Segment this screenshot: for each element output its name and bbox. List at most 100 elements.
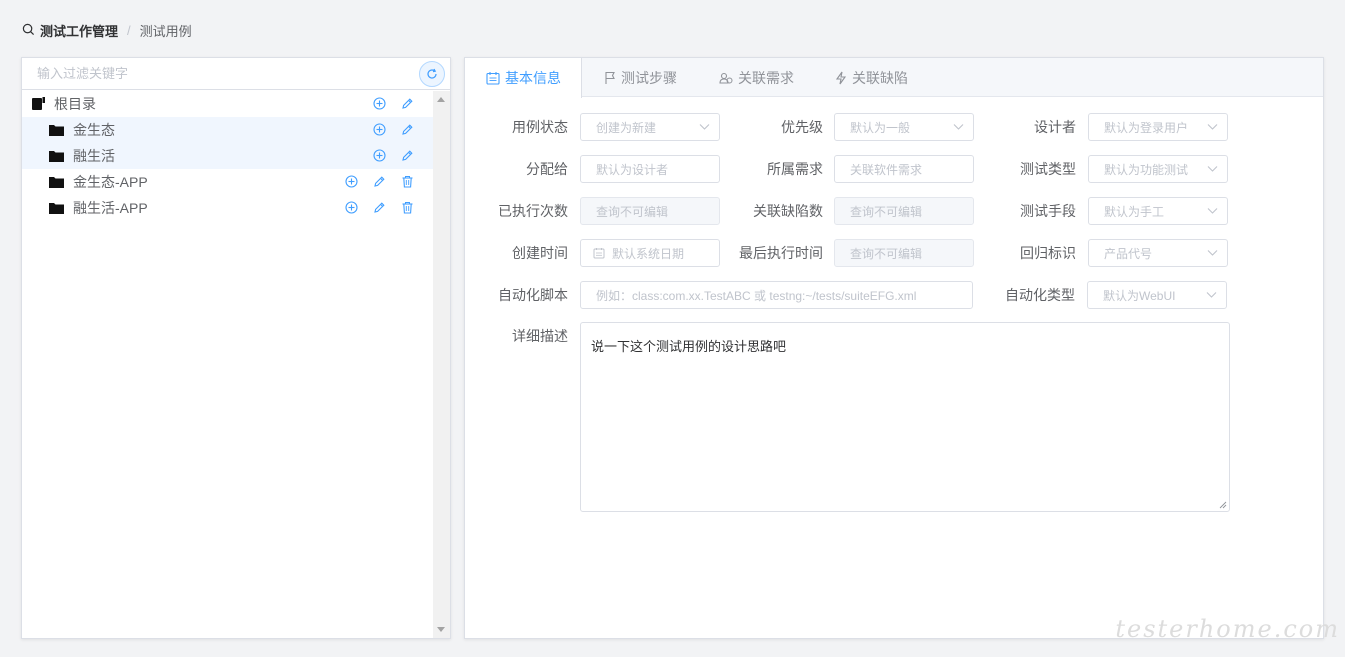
exec-count-label: 已执行次数 — [498, 203, 568, 219]
search-icon — [22, 23, 36, 37]
edit-icon[interactable] — [373, 201, 387, 215]
add-icon[interactable] — [373, 149, 387, 163]
tree-scrollbar[interactable] — [433, 91, 450, 638]
chevron-down-icon — [1207, 208, 1218, 214]
auto-type-placeholder: 默认为WebUI — [1103, 288, 1176, 303]
chevron-down-icon — [1207, 166, 1218, 172]
calendar-icon — [486, 72, 500, 85]
refresh-icon — [427, 68, 437, 79]
test-method-select[interactable]: 默认为手工 — [1088, 197, 1228, 225]
tab-label: 测试步骤 — [621, 70, 677, 86]
tree-node-folder[interactable]: 金生态 — [22, 117, 433, 143]
created-time-picker[interactable]: 默认系统日期 — [580, 239, 720, 267]
exec-count-field: 查询不可编辑 — [580, 197, 720, 225]
tree-node-label: 融生活-APP — [73, 200, 148, 216]
breadcrumb-separator: / — [127, 22, 131, 38]
defect-count-field: 查询不可编辑 — [834, 197, 974, 225]
exec-count-placeholder: 查询不可编辑 — [596, 204, 669, 219]
test-method-label: 测试手段 — [1020, 203, 1076, 219]
last-exec-time-placeholder: 查询不可编辑 — [850, 246, 923, 261]
tab-related-defects[interactable]: 关联缺陷 — [835, 58, 908, 98]
priority-select[interactable]: 默认为一般 — [834, 113, 974, 141]
tab-bar: 基本信息 测试步骤 关联需求 关联缺陷 — [465, 58, 1323, 98]
defect-count-placeholder: 查询不可编辑 — [850, 204, 923, 219]
tree-node-label: 根目录 — [54, 96, 96, 112]
lightning-icon — [835, 71, 847, 85]
auto-script-label: 自动化脚本 — [498, 287, 568, 303]
filter-row — [22, 58, 450, 90]
filter-input[interactable] — [22, 58, 450, 89]
scroll-up-icon[interactable] — [437, 97, 445, 102]
tree-node-label: 金生态-APP — [73, 174, 148, 190]
regression-label: 回归标识 — [1020, 245, 1076, 261]
tab-label: 关联缺陷 — [852, 70, 908, 86]
folder-tree: 根目录 金生态 融生活 金生态-APP 融生活-APP — [22, 91, 433, 638]
edit-icon[interactable] — [401, 97, 415, 111]
assignee-input[interactable]: 默认为设计者 — [580, 155, 720, 183]
folder-icon — [49, 176, 64, 188]
chevron-down-icon — [953, 124, 964, 130]
edit-icon[interactable] — [373, 175, 387, 189]
requirement-label: 所属需求 — [767, 161, 823, 177]
tree-node-root[interactable]: 根目录 — [22, 91, 433, 117]
last-exec-time-label: 最后执行时间 — [739, 245, 823, 261]
priority-label: 优先级 — [781, 119, 823, 135]
folder-icon — [49, 124, 64, 136]
refresh-button[interactable] — [419, 61, 445, 87]
test-type-select[interactable]: 默认为功能测试 — [1088, 155, 1228, 183]
priority-placeholder: 默认为一般 — [850, 120, 911, 135]
regression-placeholder: 产品代号 — [1104, 246, 1153, 261]
requirement-placeholder: 关联软件需求 — [850, 162, 923, 177]
case-status-select[interactable]: 创建为新建 — [580, 113, 720, 141]
description-textarea[interactable]: 说一下这个测试用例的设计思路吧 — [580, 322, 1230, 512]
chevron-down-icon — [699, 124, 710, 130]
designer-select[interactable]: 默认为登录用户 — [1088, 113, 1228, 141]
tree-node-folder[interactable]: 融生活 — [22, 143, 433, 169]
case-status-placeholder: 创建为新建 — [596, 120, 657, 135]
resize-grip-icon[interactable] — [1219, 501, 1227, 509]
description-text: 说一下这个测试用例的设计思路吧 — [591, 339, 787, 354]
edit-icon[interactable] — [401, 149, 415, 163]
chevron-down-icon — [1207, 124, 1218, 130]
tree-panel: 根目录 金生态 融生活 — [21, 57, 451, 639]
created-time-label: 创建时间 — [512, 245, 568, 261]
add-icon[interactable] — [345, 175, 359, 189]
scroll-down-icon[interactable] — [437, 627, 445, 632]
breadcrumb-current: 测试用例 — [139, 23, 192, 39]
auto-script-input[interactable]: 例如：class:com.xx.TestABC 或 testng:~/tests… — [580, 281, 973, 309]
created-time-placeholder: 默认系统日期 — [612, 246, 685, 261]
auto-type-select[interactable]: 默认为WebUI — [1087, 281, 1227, 309]
edit-icon[interactable] — [401, 123, 415, 137]
folder-icon — [49, 202, 64, 214]
add-icon[interactable] — [345, 201, 359, 215]
chevron-down-icon — [1207, 250, 1218, 256]
test-type-label: 测试类型 — [1020, 161, 1076, 177]
designer-label: 设计者 — [1034, 119, 1076, 135]
tab-test-steps[interactable]: 测试步骤 — [604, 58, 677, 98]
auto-type-label: 自动化类型 — [1005, 287, 1075, 303]
case-detail-panel: 基本信息 测试步骤 关联需求 关联缺陷 用例状态 创建为新建 优先级 默认为一般… — [464, 57, 1324, 639]
requirement-input[interactable]: 关联软件需求 — [834, 155, 974, 183]
regression-select[interactable]: 产品代号 — [1088, 239, 1228, 267]
delete-icon[interactable] — [401, 175, 415, 189]
flag-icon — [605, 71, 615, 84]
case-status-label: 用例状态 — [512, 119, 568, 135]
designer-placeholder: 默认为登录用户 — [1104, 120, 1189, 135]
add-icon[interactable] — [373, 123, 387, 137]
assignee-label: 分配给 — [526, 161, 568, 177]
auto-script-placeholder: 例如：class:com.xx.TestABC 或 testng:~/tests… — [596, 288, 917, 303]
test-method-placeholder: 默认为手工 — [1104, 204, 1165, 219]
tab-basic-info[interactable]: 基本信息 — [465, 58, 582, 98]
add-icon[interactable] — [373, 97, 387, 111]
tree-node-label: 融生活 — [73, 148, 115, 164]
tab-related-requirements[interactable]: 关联需求 — [719, 58, 794, 98]
assignee-placeholder: 默认为设计者 — [596, 162, 669, 177]
description-label: 详细描述 — [512, 328, 568, 344]
tree-node-folder[interactable]: 融生活-APP — [22, 195, 433, 221]
delete-icon[interactable] — [401, 201, 415, 215]
calendar-icon — [593, 247, 605, 259]
breadcrumb-main[interactable]: 测试工作管理 — [40, 21, 118, 40]
tree-node-folder[interactable]: 金生态-APP — [22, 169, 433, 195]
chevron-down-icon — [1206, 292, 1217, 298]
tab-label: 基本信息 — [505, 70, 561, 86]
